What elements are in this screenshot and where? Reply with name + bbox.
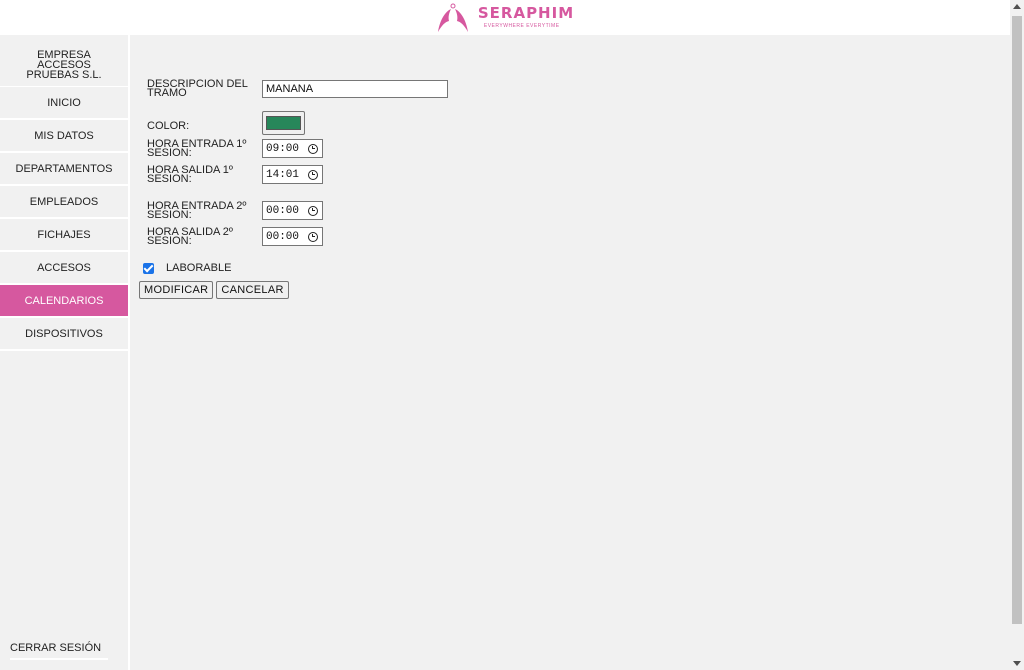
sidebar-item-fichajes[interactable]: FICHAJES <box>0 219 128 252</box>
modify-button[interactable]: MODIFICAR <box>139 281 214 299</box>
sidebar-item-mis-datos[interactable]: MIS DATOS <box>0 120 128 153</box>
description-row: DESCRIPCION DEL TRAMO <box>147 78 448 99</box>
scroll-thumb[interactable] <box>1012 16 1022 624</box>
description-input[interactable] <box>262 80 448 98</box>
color-row: COLOR: <box>147 111 305 135</box>
form-actions: MODIFICAR CANCELAR <box>139 281 289 299</box>
color-label: COLOR: <box>147 119 190 132</box>
sidebar-item-dispositivos[interactable]: DISPOSITIVOS <box>0 318 128 351</box>
exit1-time-value: 14:01 <box>266 168 300 181</box>
clock-icon[interactable] <box>308 143 318 154</box>
brand-name: SERAPHIM <box>477 4 575 22</box>
company-name: EMPRESA ACCESOS PRUEBAS S.L. <box>0 35 128 87</box>
angel-wings-icon <box>437 3 468 32</box>
sidebar: EMPRESA ACCESOS PRUEBAS S.L. INICIO MIS … <box>0 35 130 670</box>
entry2-label: HORA ENTRADA 2º SESION: <box>147 199 247 221</box>
clock-icon[interactable] <box>308 231 318 242</box>
exit2-label: HORA SALIDA 2º SESION: <box>147 225 233 247</box>
brand-tagline: EVERYWHERE EVERYTIME <box>483 23 560 29</box>
entry2-time-input[interactable]: 00:00 <box>262 201 323 220</box>
exit2-time-value: 00:00 <box>266 230 300 243</box>
entry1-time-input[interactable]: 09:00 <box>262 139 323 158</box>
exit1-time-input[interactable]: 14:01 <box>262 165 323 184</box>
sidebar-item-inicio[interactable]: INICIO <box>0 87 128 120</box>
entry2-row: HORA ENTRADA 2º SESION: 00:00 <box>147 199 323 221</box>
color-swatch <box>266 116 301 130</box>
sidebar-item-calendarios[interactable]: CALENDARIOS <box>0 285 128 318</box>
entry1-time-value: 09:00 <box>266 142 300 155</box>
color-picker[interactable] <box>262 111 305 135</box>
sidebar-item-empleados[interactable]: EMPLEADOS <box>0 186 128 219</box>
logout-link[interactable]: CERRAR SESIÓN <box>10 642 108 660</box>
description-label: DESCRIPCION DEL TRAMO <box>147 78 248 99</box>
exit1-label: HORA SALIDA 1º SESION: <box>147 163 233 185</box>
working-day-row: LABORABLE <box>143 262 231 274</box>
cancel-button[interactable]: CANCELAR <box>216 281 289 299</box>
entry1-label: HORA ENTRADA 1º SESION: <box>147 137 247 159</box>
entry2-time-value: 00:00 <box>266 204 300 217</box>
header: SERAPHIM EVERYWHERE EVERYTIME <box>0 0 1010 35</box>
scroll-down-arrow-icon[interactable] <box>1013 661 1021 666</box>
vertical-scrollbar[interactable] <box>1010 0 1024 670</box>
working-day-label: LABORABLE <box>166 262 232 274</box>
clock-icon[interactable] <box>308 169 318 180</box>
working-day-checkbox[interactable] <box>143 262 154 274</box>
exit1-row: HORA SALIDA 1º SESION: 14:01 <box>147 163 323 185</box>
sidebar-item-departamentos[interactable]: DEPARTAMENTOS <box>0 153 128 186</box>
entry1-row: HORA ENTRADA 1º SESION: 09:00 <box>147 137 323 159</box>
clock-icon[interactable] <box>308 205 318 216</box>
exit2-time-input[interactable]: 00:00 <box>262 227 323 246</box>
scroll-up-arrow-icon[interactable] <box>1013 4 1021 9</box>
brand-logo[interactable]: SERAPHIM EVERYWHERE EVERYTIME <box>436 3 574 33</box>
exit2-row: HORA SALIDA 2º SESION: 00:00 <box>147 225 323 247</box>
sidebar-item-accesos[interactable]: ACCESOS <box>0 252 128 285</box>
